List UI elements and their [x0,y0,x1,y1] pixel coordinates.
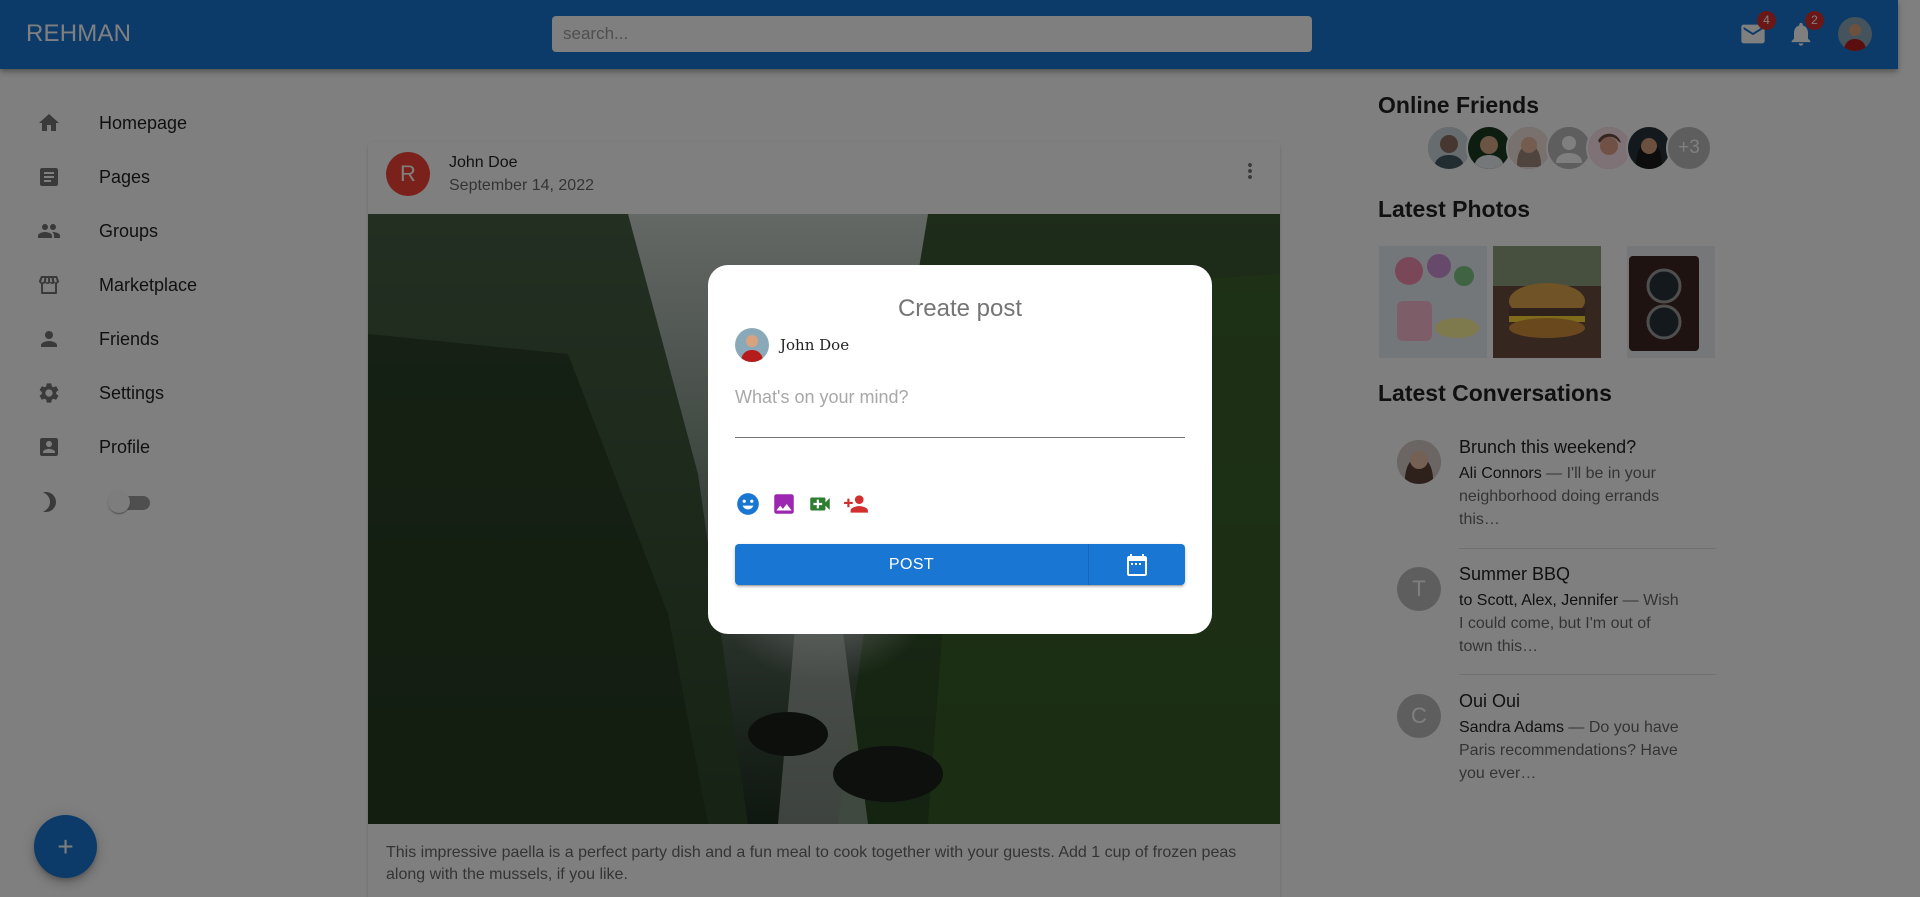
create-post-dialog: Create post John Doe POST [708,265,1212,634]
image-icon[interactable] [771,491,797,517]
video-icon[interactable] [807,491,833,517]
emoji-icon[interactable] [735,491,761,517]
post-button-group: POST [735,544,1185,585]
composer-toolbar [735,491,869,517]
calendar-icon [1127,553,1147,576]
dialog-title: Create post [897,295,1023,322]
post-button[interactable]: POST [735,544,1089,585]
composer-username: John Doe [780,336,850,354]
tag-person-icon[interactable] [843,491,869,517]
composer-avatar [735,328,769,362]
schedule-button[interactable] [1089,544,1185,585]
post-text-input[interactable] [735,383,1185,438]
